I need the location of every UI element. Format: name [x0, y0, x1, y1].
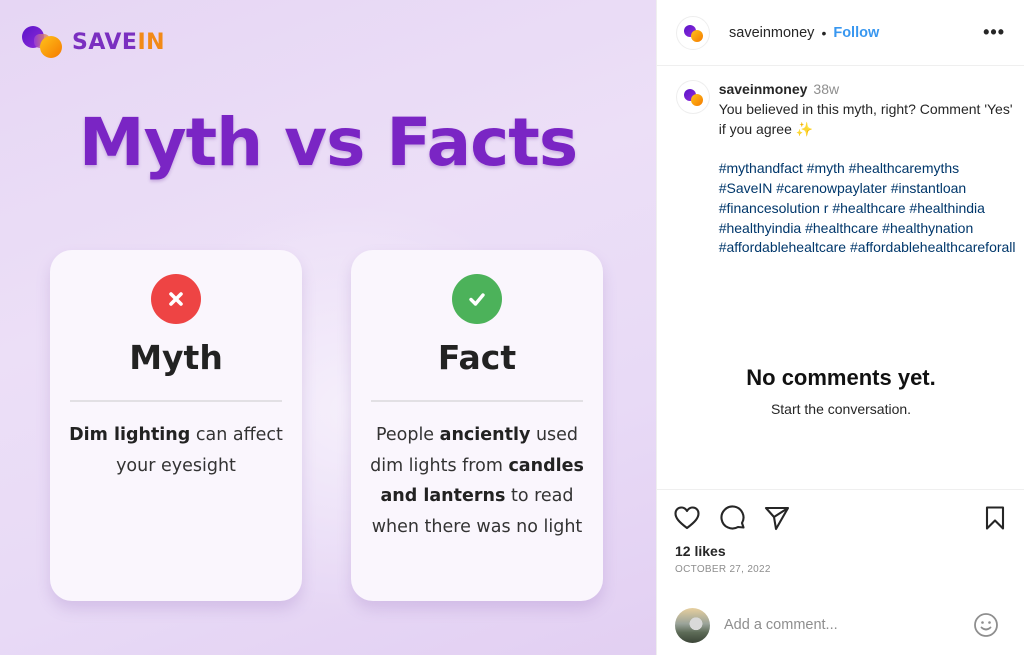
fact-card: Fact People anciently used dim lights fr… — [351, 250, 603, 601]
brand-name: SAVEIN — [72, 30, 165, 55]
caption-text: saveinmoney 38w You believed in this myth… — [719, 80, 1016, 258]
hashtag-link[interactable]: #financesolution — [719, 200, 820, 216]
fact-card-title: Fact — [437, 338, 517, 377]
send-icon[interactable] — [763, 504, 791, 532]
caption-message: You believed in this myth, right? Commen… — [718, 100, 1013, 137]
hashtag-link[interactable]: #healthcaremyths — [849, 160, 960, 176]
hashtag-link[interactable]: #instantloan — [891, 180, 967, 196]
follow-button[interactable]: Follow — [833, 25, 879, 41]
hashtag-link[interactable]: #healthcare — [805, 220, 878, 236]
post-date[interactable]: OCTOBER 27, 2022 — [675, 564, 771, 575]
x-icon — [151, 274, 201, 324]
hashtag-link[interactable]: #healthindia — [909, 200, 985, 216]
fact-body-text-1: People — [375, 425, 440, 445]
author-username[interactable]: saveinmoney — [729, 25, 814, 41]
heart-icon[interactable] — [673, 504, 701, 532]
author-avatar[interactable] — [676, 15, 710, 50]
likes-count[interactable]: 12 likes — [675, 543, 726, 559]
hashtag-link[interactable]: #healthcare — [832, 200, 905, 216]
caption-timestamp[interactable]: 38w — [813, 81, 839, 97]
card-divider — [70, 400, 282, 402]
current-user-avatar[interactable] — [675, 607, 710, 643]
caption-author-avatar[interactable] — [676, 80, 710, 114]
myth-card-title: Myth — [129, 338, 223, 377]
card-divider — [371, 400, 583, 402]
post-caption: saveinmoney 38w You believed in this myth… — [676, 80, 1016, 258]
hashtag-link[interactable]: #affordablehealtcare — [719, 239, 846, 255]
more-horizontal-icon[interactable]: ••• — [983, 22, 1005, 43]
myth-card-body: Dim lighting can affect your eyesight — [60, 420, 292, 481]
brand-name-part1: SAVE — [72, 29, 138, 55]
fact-card-body: People anciently used dim lights from ca… — [361, 420, 593, 542]
smiley-icon[interactable] — [973, 612, 999, 638]
fact-body-bold-1: anciently — [439, 425, 531, 445]
post-actions — [673, 504, 1013, 534]
hashtag-link[interactable]: #SaveIN — [719, 180, 773, 196]
comment-input[interactable] — [724, 617, 964, 633]
sparkles-icon: ✨ — [795, 120, 814, 137]
empty-comments-subtitle: Start the conversation. — [770, 401, 912, 417]
empty-comments: No comments yet. Start the conversation. — [657, 365, 1024, 417]
separator-dot: • — [821, 24, 827, 41]
caption-username[interactable]: saveinmoney — [719, 81, 808, 97]
hashtag-link[interactable]: #healthynation — [882, 220, 973, 236]
empty-comments-title: No comments yet. — [746, 365, 936, 390]
myth-card: Myth Dim lighting can affect your eyesig… — [50, 250, 302, 601]
myth-body-bold: Dim lighting — [69, 425, 191, 445]
post-image[interactable]: SAVEIN Myth vs Facts Myth Dim lighting c… — [0, 0, 656, 655]
hashtag-link[interactable]: #myth — [807, 160, 845, 176]
post-side-panel: saveinmoney • Follow ••• saveinmoney 38w … — [656, 0, 1024, 655]
brand-logo: SAVEIN — [22, 24, 165, 60]
post-header: saveinmoney • Follow ••• — [657, 0, 1024, 66]
brand-name-part2: IN — [137, 29, 166, 55]
savein-logo-icon — [22, 24, 66, 60]
bookmark-icon[interactable] — [981, 504, 1009, 532]
add-comment-row — [657, 604, 1024, 646]
hashtag-link[interactable]: #affordablehealthcareforall — [850, 239, 1016, 255]
hashtag-link[interactable]: #healthyindia — [719, 220, 802, 236]
hashtag-list: #mythandfact #myth #healthcaremyths #Sav… — [719, 159, 1016, 258]
check-icon — [452, 274, 502, 324]
hashtag-link[interactable]: #carenowpaylater — [776, 180, 887, 196]
caption-text-fragment: r — [823, 199, 829, 216]
comment-icon[interactable] — [719, 504, 747, 532]
hashtag-link[interactable]: #mythandfact — [719, 160, 803, 176]
divider — [657, 489, 1024, 490]
post-headline: Myth vs Facts — [78, 104, 578, 181]
